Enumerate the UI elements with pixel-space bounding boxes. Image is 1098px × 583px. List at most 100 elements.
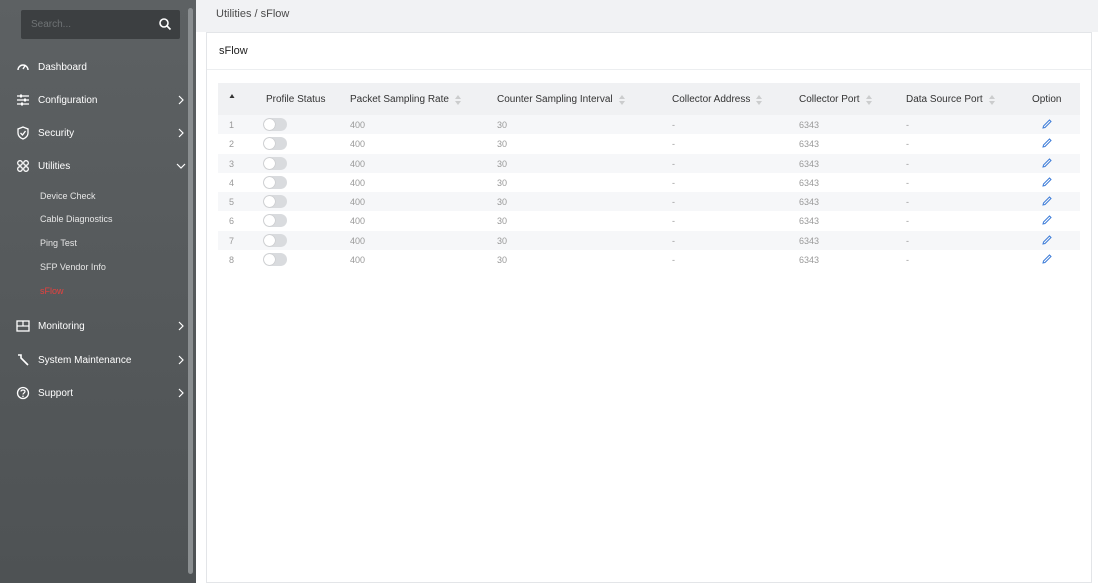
divider: [207, 69, 1091, 70]
profile-status-toggle[interactable]: [263, 253, 287, 267]
top-bar: Utilities / sFlow: [196, 0, 1098, 32]
collector-address-cell: -: [672, 177, 675, 188]
collector-address-cell: -: [672, 120, 675, 130]
data-source-port-cell: -: [906, 158, 909, 169]
data-source-port-cell: -: [906, 216, 909, 227]
counter-sampling-interval-cell: 30: [497, 255, 508, 266]
edit-pencil-icon[interactable]: [1041, 118, 1053, 130]
sidebar-subitem-sflow[interactable]: sFlow: [40, 286, 64, 296]
sidebar-item-monitoring[interactable]: Monitoring: [16, 316, 186, 336]
profile-status-toggle[interactable]: [263, 118, 287, 131]
data-source-port-cell: -: [906, 120, 909, 130]
sidebar-item-security[interactable]: Security: [16, 123, 186, 143]
grid-icon: [17, 160, 29, 172]
collector-address-cell: -: [672, 216, 675, 227]
content-panel: sFlow Profile Status Packet Sampling Rat…: [206, 32, 1092, 583]
edit-pencil-icon[interactable]: [1041, 234, 1053, 246]
row-index: 1: [229, 120, 235, 130]
sidebar-subitem-sfp-vendor-info[interactable]: SFP Vendor Info: [40, 262, 106, 272]
dashboard-gauge-icon: [17, 64, 29, 71]
profile-status-toggle[interactable]: [263, 137, 287, 151]
data-source-port-cell: -: [906, 197, 909, 208]
sidebar-item-label: Dashboard: [38, 61, 87, 73]
table-row: 2 400 30 - 6343 -: [218, 134, 1080, 153]
col-collector-port[interactable]: Collector Port: [799, 94, 872, 105]
sidebar-item-label: Configuration: [38, 94, 98, 106]
sidebar-item-label: Support: [38, 387, 74, 399]
sidebar-item-dashboard[interactable]: Dashboard: [16, 57, 186, 77]
packet-sampling-rate-cell: 400: [350, 120, 366, 130]
sliders-icon: [17, 94, 29, 106]
data-source-port-cell: -: [906, 177, 909, 188]
packet-sampling-rate-cell: 400: [350, 255, 366, 266]
col-data-source-port[interactable]: Data Source Port: [906, 94, 995, 105]
table-row: 1 400 30 - 6343 -: [218, 115, 1080, 135]
collector-address-cell: -: [672, 139, 675, 150]
profile-status-toggle[interactable]: [263, 195, 287, 209]
sidebar-item-label: Monitoring: [38, 320, 85, 332]
chevron-right-icon: [178, 388, 184, 398]
search-icon[interactable]: [158, 17, 172, 31]
packet-sampling-rate-cell: 400: [350, 197, 366, 208]
col-counter-sampling-interval[interactable]: Counter Sampling Interval: [497, 94, 625, 105]
col-profile-status: Profile Status: [266, 94, 326, 105]
counter-sampling-interval-cell: 30: [497, 177, 508, 188]
chevron-right-icon: [178, 321, 184, 331]
wrench-icon: [18, 354, 29, 366]
edit-pencil-icon[interactable]: [1041, 176, 1053, 188]
sidebar-item-label: Security: [38, 127, 75, 139]
table-row: 8 400 30 - 6343 -: [218, 250, 1080, 269]
sidebar-item-system-maintenance[interactable]: System Maintenance: [16, 350, 186, 370]
edit-pencil-icon[interactable]: [1041, 137, 1053, 149]
edit-pencil-icon[interactable]: [1041, 157, 1053, 169]
collector-port-cell: 6343: [799, 216, 820, 227]
profile-status-toggle[interactable]: [263, 175, 287, 189]
edit-pencil-icon[interactable]: [1041, 214, 1053, 226]
profile-status-toggle[interactable]: [263, 156, 287, 170]
sort-icon: [988, 94, 995, 105]
monitor-icon: [16, 320, 30, 332]
packet-sampling-rate-cell: 400: [350, 177, 366, 188]
sidebar-item-configuration[interactable]: Configuration: [16, 90, 186, 110]
counter-sampling-interval-cell: 30: [497, 216, 508, 227]
collector-port-cell: 6343: [799, 139, 820, 150]
page-title: sFlow: [219, 45, 248, 57]
col-collector-address[interactable]: Collector Address: [672, 94, 763, 105]
collector-address-cell: -: [672, 235, 675, 246]
sidebar-scrollbar[interactable]: [188, 8, 193, 574]
sort-icon: [618, 94, 625, 105]
sort-icon: [865, 94, 872, 105]
row-index: 6: [229, 216, 235, 227]
data-source-port-cell: -: [906, 255, 909, 266]
sidebar-subitem-ping-test[interactable]: Ping Test: [40, 238, 77, 248]
sidebar-subitem-device-check[interactable]: Device Check: [40, 191, 96, 201]
sidebar-item-support[interactable]: Support: [16, 383, 186, 403]
table-row: 3 400 30 - 6343 -: [218, 153, 1080, 173]
sidebar: Dashboard Configuration Security Utiliti…: [0, 0, 196, 583]
sidebar-subitem-cable-diagnostics[interactable]: Cable Diagnostics: [40, 214, 113, 224]
packet-sampling-rate-cell: 400: [350, 235, 366, 246]
sidebar-item-label: Utilities: [38, 160, 71, 172]
packet-sampling-rate-cell: 400: [350, 158, 366, 169]
edit-pencil-icon[interactable]: [1041, 253, 1053, 265]
counter-sampling-interval-cell: 30: [497, 197, 508, 208]
table-row: 7 400 30 - 6343 -: [218, 230, 1080, 251]
sidebar-item-utilities[interactable]: Utilities: [16, 156, 186, 176]
collector-address-cell: -: [672, 197, 675, 208]
data-source-port-cell: -: [906, 235, 909, 246]
packet-sampling-rate-cell: 400: [350, 139, 366, 150]
profile-status-toggle[interactable]: [263, 214, 287, 228]
counter-sampling-interval-cell: 30: [497, 235, 508, 246]
search-box[interactable]: [21, 10, 180, 39]
sflow-table: Profile Status Packet Sampling Rate Coun…: [218, 83, 1080, 269]
col-packet-sampling-rate[interactable]: Packet Sampling Rate: [350, 94, 461, 105]
sort-index-button[interactable]: [229, 93, 235, 99]
edit-pencil-icon[interactable]: [1041, 195, 1053, 207]
collector-port-cell: 6343: [799, 235, 820, 246]
profile-status-toggle[interactable]: [263, 233, 287, 247]
search-input[interactable]: [31, 16, 151, 33]
sort-up-icon: [229, 94, 235, 98]
breadcrumb: Utilities / sFlow: [216, 8, 290, 20]
collector-port-cell: 6343: [799, 120, 820, 130]
help-icon: [16, 386, 30, 400]
